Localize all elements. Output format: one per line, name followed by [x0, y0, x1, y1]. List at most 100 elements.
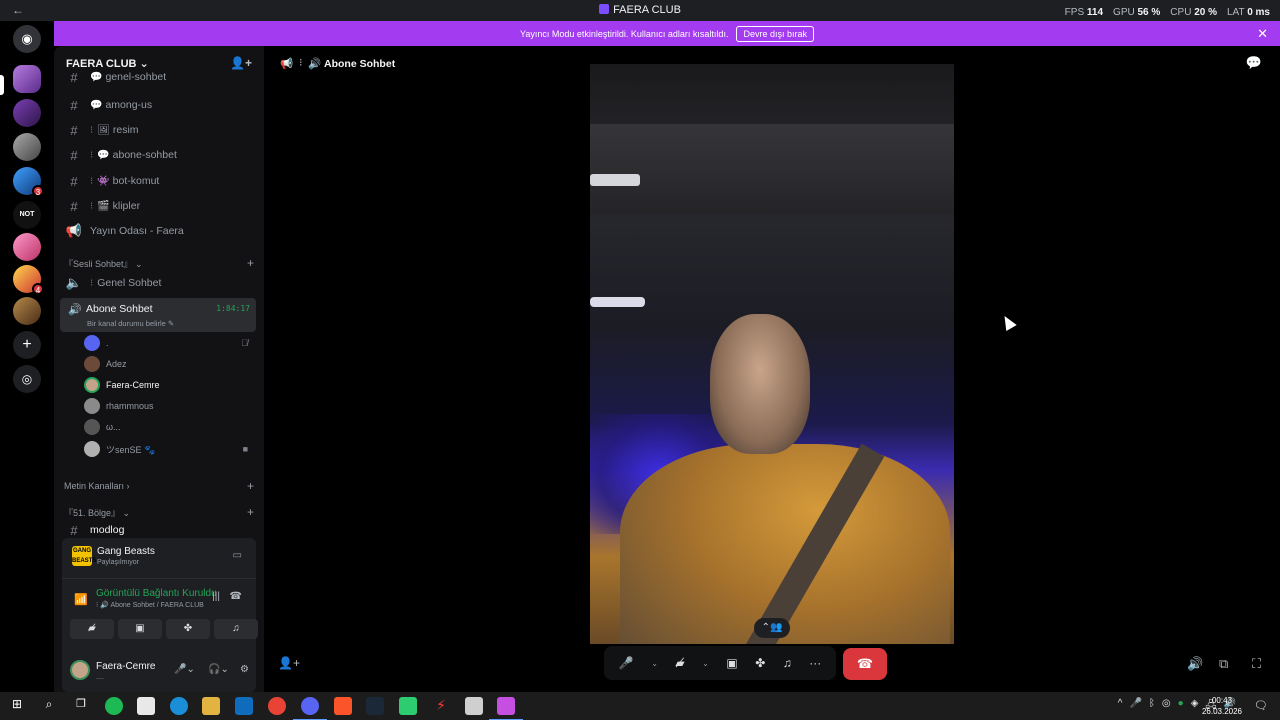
- server-icon-3[interactable]: [13, 133, 41, 161]
- microphone-icon[interactable]: 🎤: [1129, 698, 1141, 715]
- channel-bot-komut[interactable]: # ⁝ 👾 bot-komut: [60, 170, 256, 192]
- disable-streamer-mode-button[interactable]: Devre dışı bırak: [736, 25, 814, 42]
- connection-subtitle[interactable]: ⁝ 🔊 Abone Sohbet / FAERA CLUB: [96, 601, 204, 609]
- camera-off-icon[interactable]: ▰̸: [675, 656, 684, 670]
- voice-channel-genel-sohbet[interactable]: 🔈 ⁝ Genel Sohbet: [60, 272, 256, 294]
- edge-icon[interactable]: [170, 697, 188, 715]
- search-icon[interactable]: ⌕: [40, 697, 58, 715]
- voice-channel-abone-sohbet-active[interactable]: 🔊 Abone Sohbet 1:84:17 Bir kanal durumu …: [60, 298, 256, 332]
- voice-user[interactable]: rhammnous: [84, 396, 254, 416]
- store-icon[interactable]: [137, 697, 155, 715]
- settings-gear-icon[interactable]: ⚙: [240, 664, 249, 675]
- server-icon-2[interactable]: [13, 99, 41, 127]
- clock-date: 26.03.2026: [1201, 707, 1242, 716]
- stage-channel-icon: 📢: [65, 223, 83, 238]
- stage-channel-yayin-odasi[interactable]: 📢 Yayın Odası - Faera: [60, 220, 256, 242]
- text-channel-icon: #: [70, 523, 78, 537]
- video-toggle-button[interactable]: ▰̸: [70, 619, 114, 639]
- task-view-icon[interactable]: ❐: [72, 697, 90, 715]
- chrome-icon[interactable]: [268, 697, 286, 715]
- game-name: Gang Beasts: [97, 546, 155, 557]
- voice-user[interactable]: . 🎙̸: [84, 333, 254, 353]
- channel-klipler[interactable]: # ⁝ 🎬 klipler: [60, 195, 256, 217]
- close-icon[interactable]: ✕: [1257, 26, 1268, 42]
- discord-taskbar-icon[interactable]: [293, 697, 327, 720]
- server-icon-5[interactable]: NOT: [13, 201, 41, 229]
- chevron-down-icon[interactable]: ⌄: [651, 659, 658, 668]
- add-channel-icon[interactable]: +: [247, 479, 254, 493]
- screen-share-icon[interactable]: ▭: [233, 550, 242, 561]
- volume-icon[interactable]: 🔊: [1187, 656, 1203, 672]
- channel-abone-sohbet[interactable]: # ⁝ 💬 abone-sohbet: [60, 144, 256, 166]
- channel-genel-sohbet[interactable]: # 💬 genel-sohbet: [60, 70, 256, 84]
- channel-modlog[interactable]: # modlog: [60, 523, 256, 537]
- mail-icon[interactable]: [235, 697, 253, 715]
- app-tray-icon[interactable]: ◈: [1191, 698, 1199, 715]
- file-explorer-icon[interactable]: [202, 697, 220, 715]
- discover-icon[interactable]: ◎: [13, 365, 41, 393]
- username[interactable]: Faera-Cemre: [96, 661, 155, 672]
- microphone-icon[interactable]: 🎤: [619, 656, 634, 670]
- app-icon-purple[interactable]: [489, 697, 523, 720]
- screen-share-icon[interactable]: ▣: [726, 656, 737, 670]
- status-dot-icon[interactable]: ●: [1178, 698, 1184, 715]
- show-participants-button[interactable]: ⌃👥: [754, 618, 790, 638]
- taskbar-clock[interactable]: 00:43 26.03.2026: [1202, 695, 1242, 717]
- steam-icon[interactable]: [366, 697, 384, 715]
- video-tile[interactable]: ⌃👥: [590, 64, 954, 644]
- add-server-icon[interactable]: +: [13, 331, 41, 359]
- channel-among-us[interactable]: # 💬 among-us: [60, 94, 256, 116]
- activities-button[interactable]: ✤: [166, 619, 210, 639]
- soundboard-button[interactable]: ♫: [214, 619, 258, 639]
- app-icon-green[interactable]: [399, 697, 417, 715]
- screen-share-button[interactable]: ▣: [118, 619, 162, 639]
- notification-badge: 3: [32, 185, 44, 197]
- notification-icon[interactable]: 🗨: [1254, 699, 1268, 712]
- category-sesli-sohbet[interactable]: 『Sesli Sohbet』 ⌄ +: [64, 255, 254, 271]
- server-icon-4[interactable]: 3: [13, 167, 44, 197]
- brave-icon[interactable]: [334, 697, 352, 715]
- chat-bubble-icon[interactable]: 💬: [1246, 55, 1262, 71]
- server-faera-club-icon[interactable]: [13, 65, 41, 93]
- server-icon-7[interactable]: 4: [13, 265, 44, 295]
- category-51-bolge[interactable]: 『51. Bölge』 ⌄ +: [64, 504, 254, 520]
- app-icon-grey[interactable]: [465, 697, 483, 715]
- invite-user-icon[interactable]: 👤+: [278, 656, 300, 670]
- hang-up-button[interactable]: ☎: [843, 648, 887, 680]
- soundboard-icon[interactable]: ♫: [783, 656, 792, 670]
- call-controls: 🎤 ⌄ ▰̸ ⌄ ▣ ✤ ♫ ···: [604, 646, 836, 680]
- category-metin-kanallari[interactable]: Metin Kanalları › +: [64, 478, 254, 494]
- video-head: [710, 314, 810, 454]
- chevron-up-icon[interactable]: ^: [1118, 698, 1123, 715]
- add-channel-icon[interactable]: +: [247, 505, 254, 519]
- discord-home-icon[interactable]: ◉: [13, 25, 41, 53]
- lightning-app-icon[interactable]: ⚡: [432, 697, 450, 715]
- fullscreen-icon[interactable]: ⛶: [1252, 656, 1261, 672]
- window-title-text: FAERA CLUB: [613, 4, 681, 16]
- bluetooth-icon[interactable]: ᛒ: [1149, 698, 1155, 715]
- spotify-icon[interactable]: [105, 697, 123, 715]
- windows-start-icon[interactable]: ⊞: [8, 697, 26, 715]
- voice-user[interactable]: ω...: [84, 417, 254, 437]
- category-label: 『51. Bölge』 ⌄: [64, 507, 131, 518]
- voice-user[interactable]: Adez: [84, 354, 254, 374]
- server-icon-8[interactable]: [13, 297, 41, 325]
- more-options-icon[interactable]: ···: [809, 656, 821, 670]
- pop-out-icon[interactable]: ⧉: [1219, 656, 1228, 672]
- channel-status-setter[interactable]: Bir kanal durumu belirle ✎: [87, 319, 174, 328]
- connection-title[interactable]: Görüntülü Bağlantı Kuruldu: [96, 588, 217, 599]
- headphones-icon[interactable]: 🎧⌄: [208, 664, 229, 675]
- server-icon-6[interactable]: [13, 233, 41, 261]
- avatar[interactable]: [70, 660, 90, 680]
- activities-icon[interactable]: ✤: [755, 656, 765, 670]
- voice-user-speaking[interactable]: Faera-Cemre: [84, 375, 254, 395]
- invite-people-icon[interactable]: 👤+: [230, 56, 252, 70]
- noise-suppression-icon[interactable]: |||: [212, 591, 220, 602]
- voice-user[interactable]: ツsenSE 🐾 ■: [84, 439, 254, 459]
- disconnect-icon[interactable]: ☎: [230, 591, 242, 602]
- add-channel-icon[interactable]: +: [247, 256, 254, 270]
- channel-resim[interactable]: # ⁝ 🖼 resim: [60, 119, 256, 141]
- steam-tray-icon[interactable]: ◎: [1162, 698, 1171, 715]
- chevron-down-icon[interactable]: ⌄: [702, 659, 709, 668]
- microphone-icon[interactable]: 🎤⌄: [174, 664, 195, 675]
